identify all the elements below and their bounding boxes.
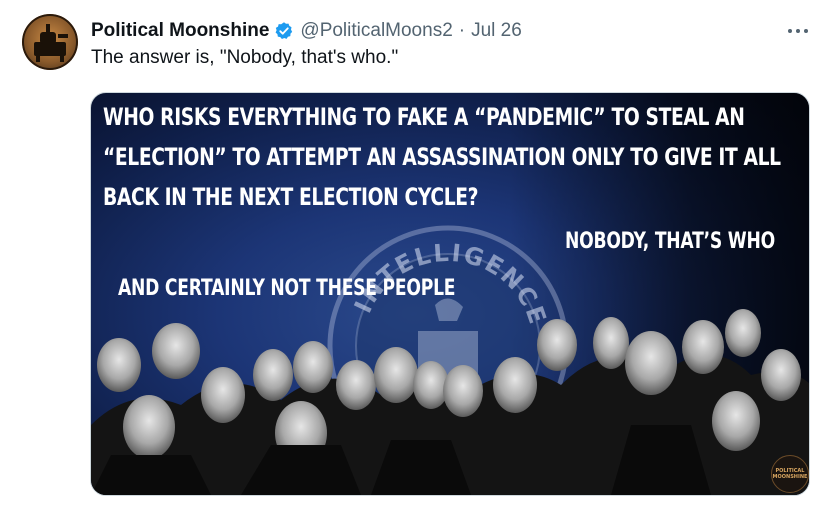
tweet-header: Political Moonshine @PoliticalMoons2 · J… [91,18,522,44]
author-name[interactable]: Political Moonshine [91,20,269,42]
headline-line-3: BACK IN THE NEXT ELECTION CYCLE? [103,183,479,211]
watermark-logo: POLITICAL MOONSHINE [771,455,809,493]
watermark-line-2: MOONSHINE [772,474,808,480]
headline-line-1: WHO RISKS EVERYTHING TO FAKE A “PANDEMIC… [103,103,745,131]
tweet-media-image[interactable]: INTELLIGENCE WHO RISKS EVERYTHING TO FAK… [90,92,810,496]
headline-line-2: “ELECTION” TO ATTEMPT AN ASSASSINATION O… [103,143,781,171]
crowd-photo-illustration [91,309,809,495]
author-handle[interactable]: @PoliticalMoons2 [300,20,452,42]
tweet-text: The answer is, "Nobody, that's who." [91,47,399,68]
separator-dot: · [458,20,466,41]
tweet-date[interactable]: Jul 26 [471,20,522,42]
caption-text: AND CERTAINLY NOT THESE PEOPLE [118,276,456,301]
author-avatar[interactable] [22,14,78,70]
moonshine-still-logo [22,14,78,70]
answer-text: NOBODY, THAT’S WHO [565,229,775,254]
verified-badge-icon[interactable] [274,21,294,41]
more-horizontal-icon[interactable] [785,20,811,42]
